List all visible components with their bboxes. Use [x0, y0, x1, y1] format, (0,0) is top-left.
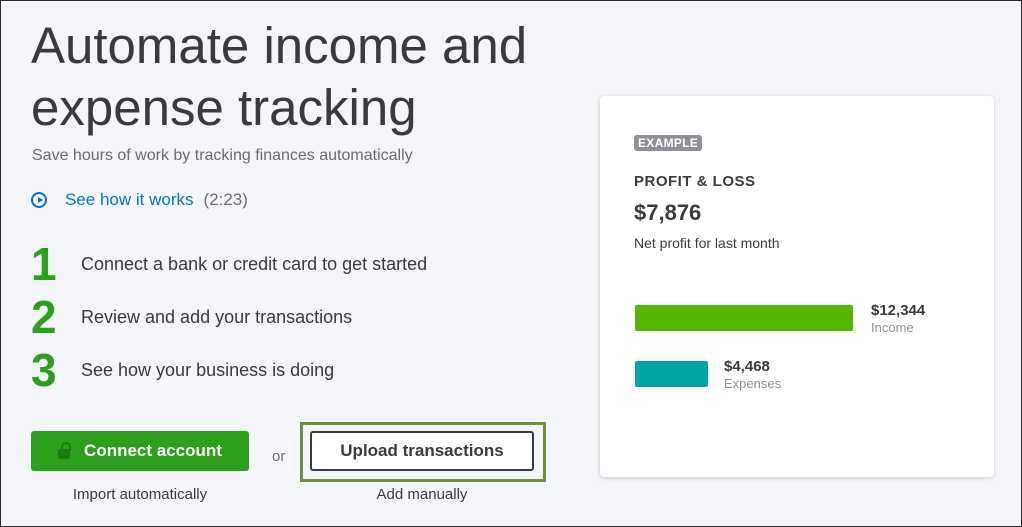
connect-account-label: Connect account	[84, 441, 222, 460]
upload-transactions-button[interactable]: Upload transactions	[310, 431, 534, 471]
or-separator: or	[272, 448, 286, 465]
step-3: 3 See how your business is doing	[31, 347, 334, 393]
card-heading: PROFIT & LOSS	[634, 173, 756, 190]
step-text: See how your business is doing	[81, 359, 335, 380]
step-number: 3	[31, 344, 57, 396]
connect-caption: Import automatically	[72, 486, 208, 503]
see-how-it-works-link[interactable]: See how it works (2:23)	[31, 190, 248, 210]
step-2: 2 Review and add your transactions	[31, 294, 352, 340]
expenses-label: Expenses	[724, 376, 782, 391]
income-bar	[635, 305, 853, 331]
net-profit-amount: $7,876	[634, 200, 702, 225]
connect-account-button[interactable]: Connect account	[31, 431, 249, 471]
lock-icon	[58, 442, 72, 459]
upload-caption: Add manually	[376, 486, 468, 503]
expenses-bar	[635, 361, 708, 387]
step-number: 2	[31, 291, 57, 343]
page-title: Automate income and expense tracking	[31, 17, 528, 136]
page-subtitle: Save hours of work by tracking finances …	[32, 147, 413, 164]
video-link-label[interactable]: See how it works	[65, 190, 194, 210]
net-profit-caption: Net profit for last month	[634, 235, 780, 251]
video-duration: (2:23)	[203, 190, 248, 209]
income-label: Income	[871, 320, 914, 335]
example-badge: EXAMPLE	[634, 135, 703, 151]
income-value: $12,344	[871, 302, 926, 319]
expenses-value: $4,468	[724, 358, 770, 375]
step-number: 1	[31, 238, 57, 290]
play-circle-icon	[31, 192, 47, 208]
step-1: 1 Connect a bank or credit card to get s…	[31, 241, 427, 287]
step-text: Review and add your transactions	[81, 306, 353, 327]
profit-loss-example-card: EXAMPLE PROFIT & LOSS $7,876 Net profit …	[600, 96, 994, 477]
step-text: Connect a bank or credit card to get sta…	[81, 253, 428, 274]
